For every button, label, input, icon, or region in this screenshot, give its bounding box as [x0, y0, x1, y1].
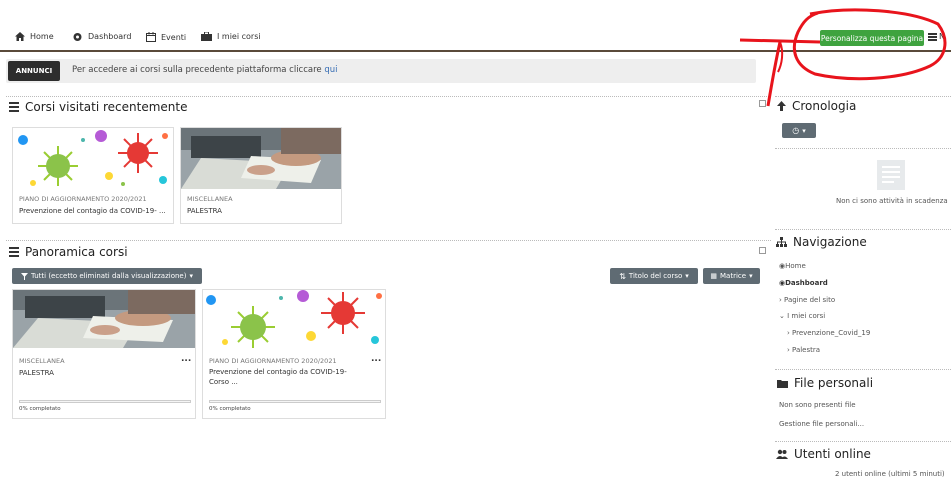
timeline-sort-button[interactable]: ◷ ▾	[782, 123, 816, 138]
course-card[interactable]: MISCELLANEA PALESTRA ... 0% completato	[12, 289, 196, 419]
nav-dashboard[interactable]: Dashboard	[72, 32, 131, 41]
nav-tree-site-pages[interactable]: › Pagine del sito	[779, 296, 835, 304]
online-users-heading: Utenti online	[776, 447, 871, 461]
nav-tree-course[interactable]: › Palestra	[787, 346, 820, 354]
recent-courses-heading: Corsi visitati recentemente	[9, 100, 187, 114]
announcement-bar: ANNUNCI Per accedere ai corsi sulla prec…	[6, 59, 756, 83]
users-icon	[776, 449, 788, 459]
card-menu-button[interactable]: ...	[181, 354, 191, 364]
sort-dropdown[interactable]: ⇅ Titolo del corso ▾	[610, 268, 698, 284]
announcement-badge: ANNUNCI	[8, 61, 60, 81]
sort-icon: ⇅	[619, 271, 626, 281]
desk-image	[181, 128, 341, 189]
caret-down-icon: ▾	[685, 272, 689, 280]
recent-course-card[interactable]: PIANO DI AGGIORNAMENTO 2020/2021 Prevenz…	[12, 127, 174, 224]
red-annotation-scribble	[739, 8, 947, 107]
nav-home[interactable]: Home	[15, 32, 54, 41]
navigation-heading: Navigazione	[776, 235, 867, 249]
nav-tree-my-courses[interactable]: ⌄ I miei corsi	[779, 312, 825, 320]
nav-tree-home[interactable]: ◉Home	[779, 262, 806, 270]
nav-tree-dashboard[interactable]: ◉Dashboard	[779, 279, 828, 287]
filter-dropdown[interactable]: Tutti (eccetto eliminati dalla visualizz…	[12, 268, 202, 284]
progress-bar	[19, 400, 191, 403]
nav-events[interactable]: Eventi	[146, 32, 186, 42]
divider	[775, 229, 951, 230]
list-icon	[9, 102, 19, 112]
divider	[775, 148, 951, 149]
folder-icon	[777, 379, 788, 388]
card-menu-button[interactable]: ...	[371, 354, 381, 364]
progress-bar	[209, 400, 381, 403]
home-icon	[15, 32, 25, 41]
private-files-heading: File personali	[777, 376, 873, 390]
virus-image	[203, 290, 385, 348]
recent-course-card[interactable]: MISCELLANEA PALESTRA	[180, 127, 342, 224]
course-overview-heading: Panoramica corsi	[9, 245, 128, 259]
nav-tree-course[interactable]: › Prevenzione_Covid_19	[787, 329, 870, 337]
desk-image	[13, 290, 195, 348]
calendar-icon	[146, 32, 156, 42]
divider	[6, 240, 771, 241]
grid-icon: ▦	[710, 272, 718, 280]
caret-down-icon: ▾	[749, 272, 753, 280]
divider	[775, 369, 951, 370]
chevron-down-icon: ⌄	[779, 312, 788, 320]
view-dropdown[interactable]: ▦ Matrice ▾	[703, 268, 760, 284]
virus-image	[13, 128, 173, 189]
manage-files-link[interactable]: Gestione file personali...	[779, 420, 864, 428]
divider	[775, 441, 951, 442]
caret-down-icon: ▾	[802, 126, 806, 135]
list-icon	[9, 247, 19, 257]
empty-calendar-icon	[877, 160, 905, 190]
clock-icon: ◷	[792, 126, 800, 135]
announcement-text: Per accedere ai corsi sulla precedente p…	[72, 65, 338, 75]
caret-down-icon: ▾	[189, 272, 193, 280]
collapse-block-icon[interactable]	[759, 247, 766, 254]
briefcase-icon	[201, 32, 212, 41]
filter-icon	[21, 272, 29, 280]
dashboard-icon	[73, 33, 82, 41]
divider	[6, 96, 771, 97]
nav-my-courses[interactable]: I miei corsi	[201, 32, 261, 41]
announcement-link[interactable]: qui	[324, 65, 337, 75]
course-card[interactable]: PIANO DI AGGIORNAMENTO 2020/2021 Prevenz…	[202, 289, 386, 419]
sitemap-icon	[776, 237, 787, 247]
